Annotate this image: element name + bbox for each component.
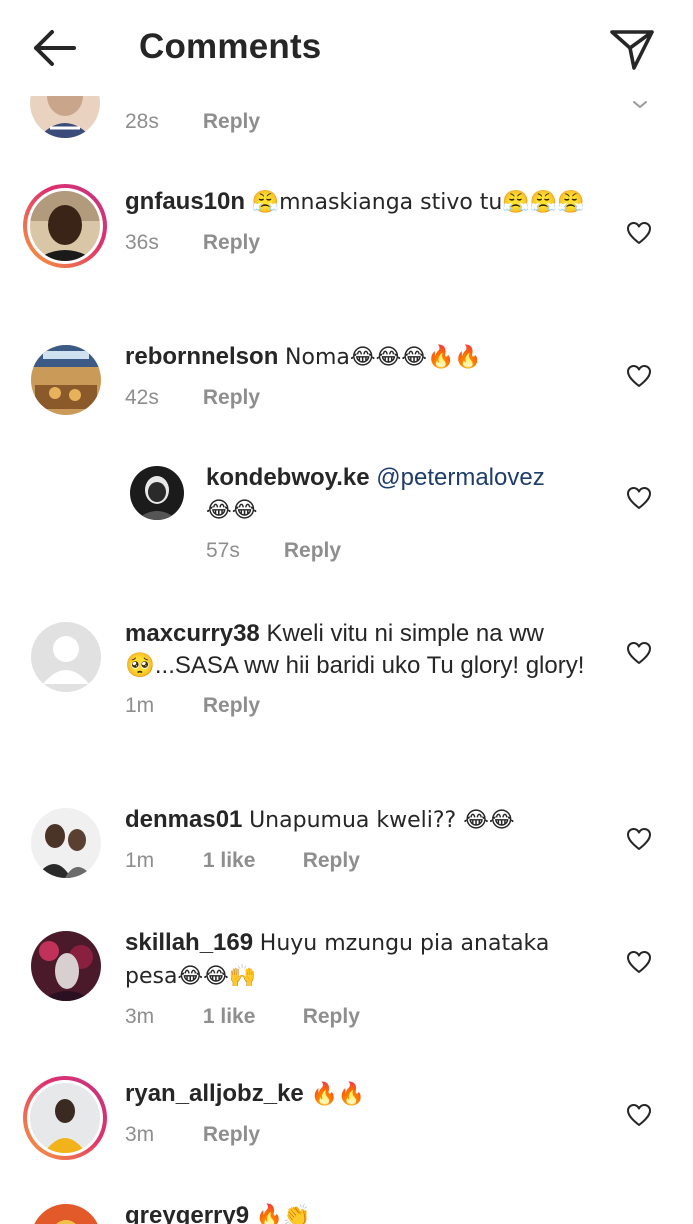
reply-button[interactable]: Reply xyxy=(203,692,260,720)
top-bar: Comments xyxy=(0,0,693,96)
comment-text: Noma😂😂😂🔥🔥 xyxy=(285,345,482,370)
arrow-left-icon xyxy=(34,30,76,66)
comment-text: 😂😂 xyxy=(206,498,258,523)
comment-time: 3m xyxy=(125,1123,155,1146)
send-icon xyxy=(610,30,654,70)
comment-list[interactable]: 28s Reply gnfaus10n 😤mnaskianga stivo tu… xyxy=(0,96,693,1224)
share-button[interactable] xyxy=(608,26,656,72)
avatar[interactable] xyxy=(31,345,101,415)
avatar[interactable] xyxy=(31,931,101,1001)
comment-username[interactable]: ryan_alljobz_ke xyxy=(125,1080,304,1107)
comment-text: 🔥👏 xyxy=(255,1204,311,1224)
comment-time: 1m xyxy=(125,694,155,717)
back-button[interactable] xyxy=(28,26,80,70)
like-heart-icon[interactable] xyxy=(626,364,652,388)
comment-text: Unapumua kweli?? 😂😂 xyxy=(249,808,515,833)
like-heart-icon[interactable] xyxy=(626,827,652,851)
reply-button[interactable]: Reply xyxy=(203,108,260,136)
avatar[interactable] xyxy=(31,1204,101,1224)
avatar[interactable] xyxy=(30,96,100,138)
comment-text: 🔥🔥 xyxy=(310,1082,366,1107)
like-count[interactable]: 1 like xyxy=(203,1003,297,1031)
comment-time: 42s xyxy=(125,386,159,409)
like-heart-icon[interactable] xyxy=(626,486,652,510)
comment-username[interactable]: skillah_169 xyxy=(125,929,253,956)
mention-link[interactable]: @petermalovez xyxy=(376,464,544,491)
comment-time: 36s xyxy=(125,231,159,254)
comment-time: 57s xyxy=(206,539,240,562)
comment-username[interactable]: gnfaus10n xyxy=(125,188,245,215)
comment-time: 1m xyxy=(125,849,155,872)
like-heart-icon[interactable] xyxy=(626,221,652,245)
avatar[interactable] xyxy=(23,184,107,268)
reply-button[interactable]: Reply xyxy=(284,537,341,565)
avatar[interactable] xyxy=(31,808,101,878)
avatar[interactable] xyxy=(130,466,184,520)
comment-username[interactable]: denmas01 xyxy=(125,806,242,833)
comment-time: 3m xyxy=(125,1005,155,1028)
comment-username[interactable]: rebornnelson xyxy=(125,343,278,370)
reply-button[interactable]: Reply xyxy=(203,384,260,412)
reply-button[interactable]: Reply xyxy=(303,1003,360,1031)
like-heart-icon[interactable] xyxy=(626,1103,652,1127)
comment-username[interactable]: kondebwoy.ke xyxy=(206,464,370,491)
comment-text: 😤mnaskianga stivo tu😤😤😤 xyxy=(251,190,585,215)
reply-button[interactable]: Reply xyxy=(203,1121,260,1149)
like-count[interactable]: 1 like xyxy=(203,847,297,875)
like-heart-icon[interactable] xyxy=(626,641,652,665)
avatar[interactable] xyxy=(23,1076,107,1160)
page-title: Comments xyxy=(139,27,322,66)
avatar[interactable] xyxy=(31,622,101,692)
comment-time: 28s xyxy=(125,110,159,133)
default-avatar-icon xyxy=(31,622,101,692)
reply-button[interactable]: Reply xyxy=(303,847,360,875)
chevron-down-icon[interactable] xyxy=(632,100,648,110)
comment-username[interactable]: maxcurry38 xyxy=(125,620,260,647)
like-heart-icon[interactable] xyxy=(626,950,652,974)
reply-button[interactable]: Reply xyxy=(203,229,260,257)
comment-username[interactable]: greygerry9 xyxy=(125,1202,249,1224)
